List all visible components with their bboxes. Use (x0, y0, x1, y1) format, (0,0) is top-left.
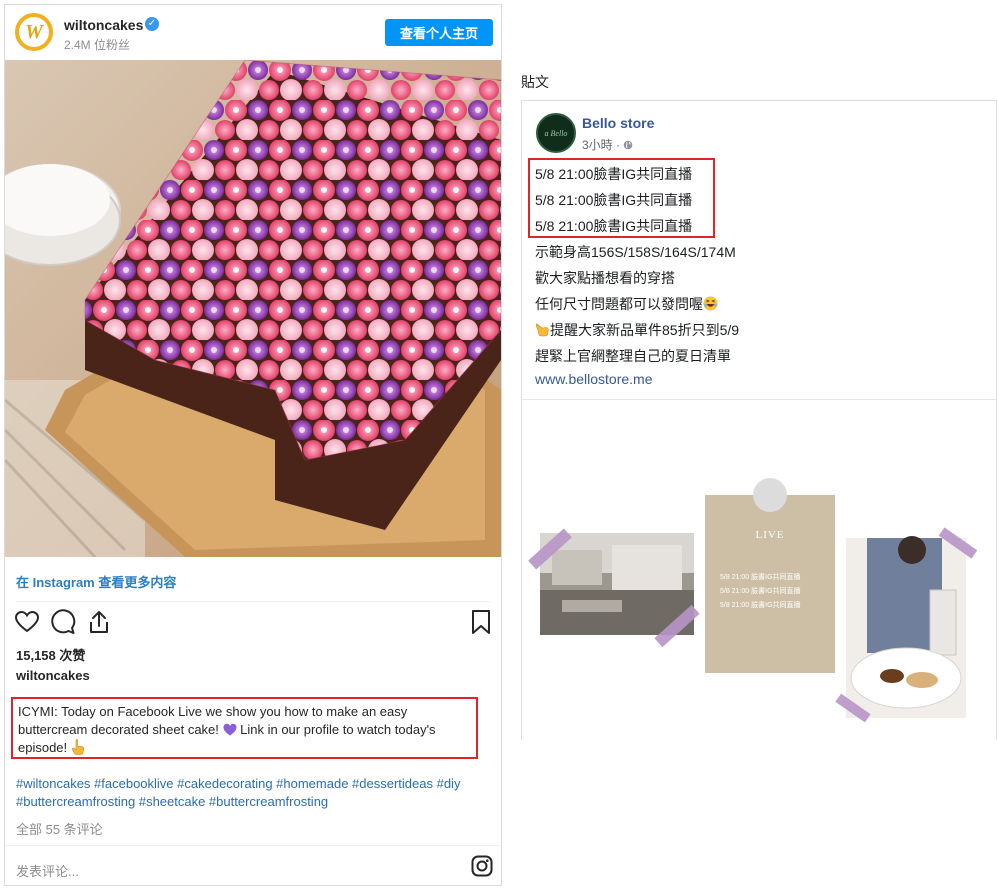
globe-icon (624, 140, 633, 150)
website-link[interactable]: www.bellostore.me (535, 371, 653, 387)
like-count[interactable]: 15,158 次赞 (16, 645, 85, 664)
share-icon[interactable] (86, 609, 112, 635)
post-image[interactable]: LIVE 5/8 21:00 臉書IG共同直播 5/8 21:00 臉書IG共同… (522, 400, 996, 740)
view-profile-button[interactable]: 查看个人主页 (385, 19, 493, 46)
view-all-comments-link[interactable]: 全部 55 条评论 (16, 819, 103, 838)
bookmark-icon[interactable] (468, 609, 494, 635)
post-line: 提醒大家新品單件85折只到5/9 (535, 320, 739, 340)
ig-username[interactable]: wiltoncakes (64, 17, 143, 33)
divider (16, 601, 490, 602)
instagram-logo-icon[interactable] (471, 855, 493, 877)
post-line: 示範身高156S/158S/164S/174M (535, 244, 736, 260)
page-name[interactable]: Bello store (582, 115, 654, 131)
laughing-emoji-icon (703, 296, 718, 311)
ig-post-header: W wiltoncakes ✓ 2.4M 位粉丝 查看个人主页 (5, 5, 501, 60)
pointing-hand-emoji-icon (535, 323, 549, 337)
graphic-schedule-line: 5/8 21:00 臉書IG共同直播 (720, 600, 801, 609)
avatar[interactable]: W (15, 13, 53, 51)
post-time-text: 3小時 · (582, 138, 624, 152)
verified-icon: ✓ (145, 17, 159, 31)
post-line: 5/8 21:00臉書IG共同直播 (535, 166, 693, 182)
hashtags[interactable]: #wiltoncakes #facebooklive #cakedecorati… (16, 775, 498, 811)
avatar[interactable]: a Bello (536, 113, 576, 153)
comment-icon[interactable] (50, 609, 76, 635)
heart-icon[interactable] (14, 609, 40, 635)
pointing-hand-emoji-icon (71, 739, 84, 755)
ig-follower-count: 2.4M 位粉丝 (64, 38, 131, 52)
post-line-text: 提醒大家新品單件85折只到5/9 (550, 322, 740, 338)
purple-heart-emoji-icon (223, 723, 237, 736)
section-label: 貼文 (521, 74, 549, 90)
post-line: 5/8 21:00臉書IG共同直播 (535, 218, 693, 234)
facebook-post-card: a Bello Bello store 3小時 · 5/8 21:00臉書IG共… (521, 100, 997, 740)
cake-photo (5, 60, 501, 557)
post-line: 歡大家點播想看的穿搭 (535, 270, 675, 286)
post-line: 5/8 21:00臉書IG共同直播 (535, 192, 693, 208)
post-image[interactable] (5, 60, 501, 557)
view-more-on-instagram-link[interactable]: 在 Instagram 查看更多内容 (16, 572, 176, 591)
graphic-schedule-line: 5/8 21:00 臉書IG共同直播 (720, 586, 801, 595)
graphic-title: LIVE (755, 529, 784, 541)
wilton-logo-letter: W (25, 20, 43, 43)
post-line: 趕緊上官網整理自己的夏日清單 (535, 348, 731, 364)
post-time[interactable]: 3小時 · (582, 136, 633, 153)
post-line: 任何尺寸問題都可以發問喔 (535, 294, 718, 314)
instagram-embed-card: W wiltoncakes ✓ 2.4M 位粉丝 查看个人主页 在 Instag… (4, 4, 502, 886)
comment-input[interactable]: 发表评论... (16, 861, 79, 880)
divider (5, 845, 501, 846)
live-announcement-graphic: LIVE 5/8 21:00 臉書IG共同直播 5/8 21:00 臉書IG共同… (528, 478, 978, 723)
caption-highlight: ICYMI: Today on Facebook Live we show yo… (11, 697, 478, 759)
post-line-text: 任何尺寸問題都可以發問喔 (535, 296, 703, 312)
graphic-schedule-line: 5/8 21:00 臉書IG共同直播 (720, 572, 801, 581)
caption-username[interactable]: wiltoncakes (16, 668, 90, 683)
